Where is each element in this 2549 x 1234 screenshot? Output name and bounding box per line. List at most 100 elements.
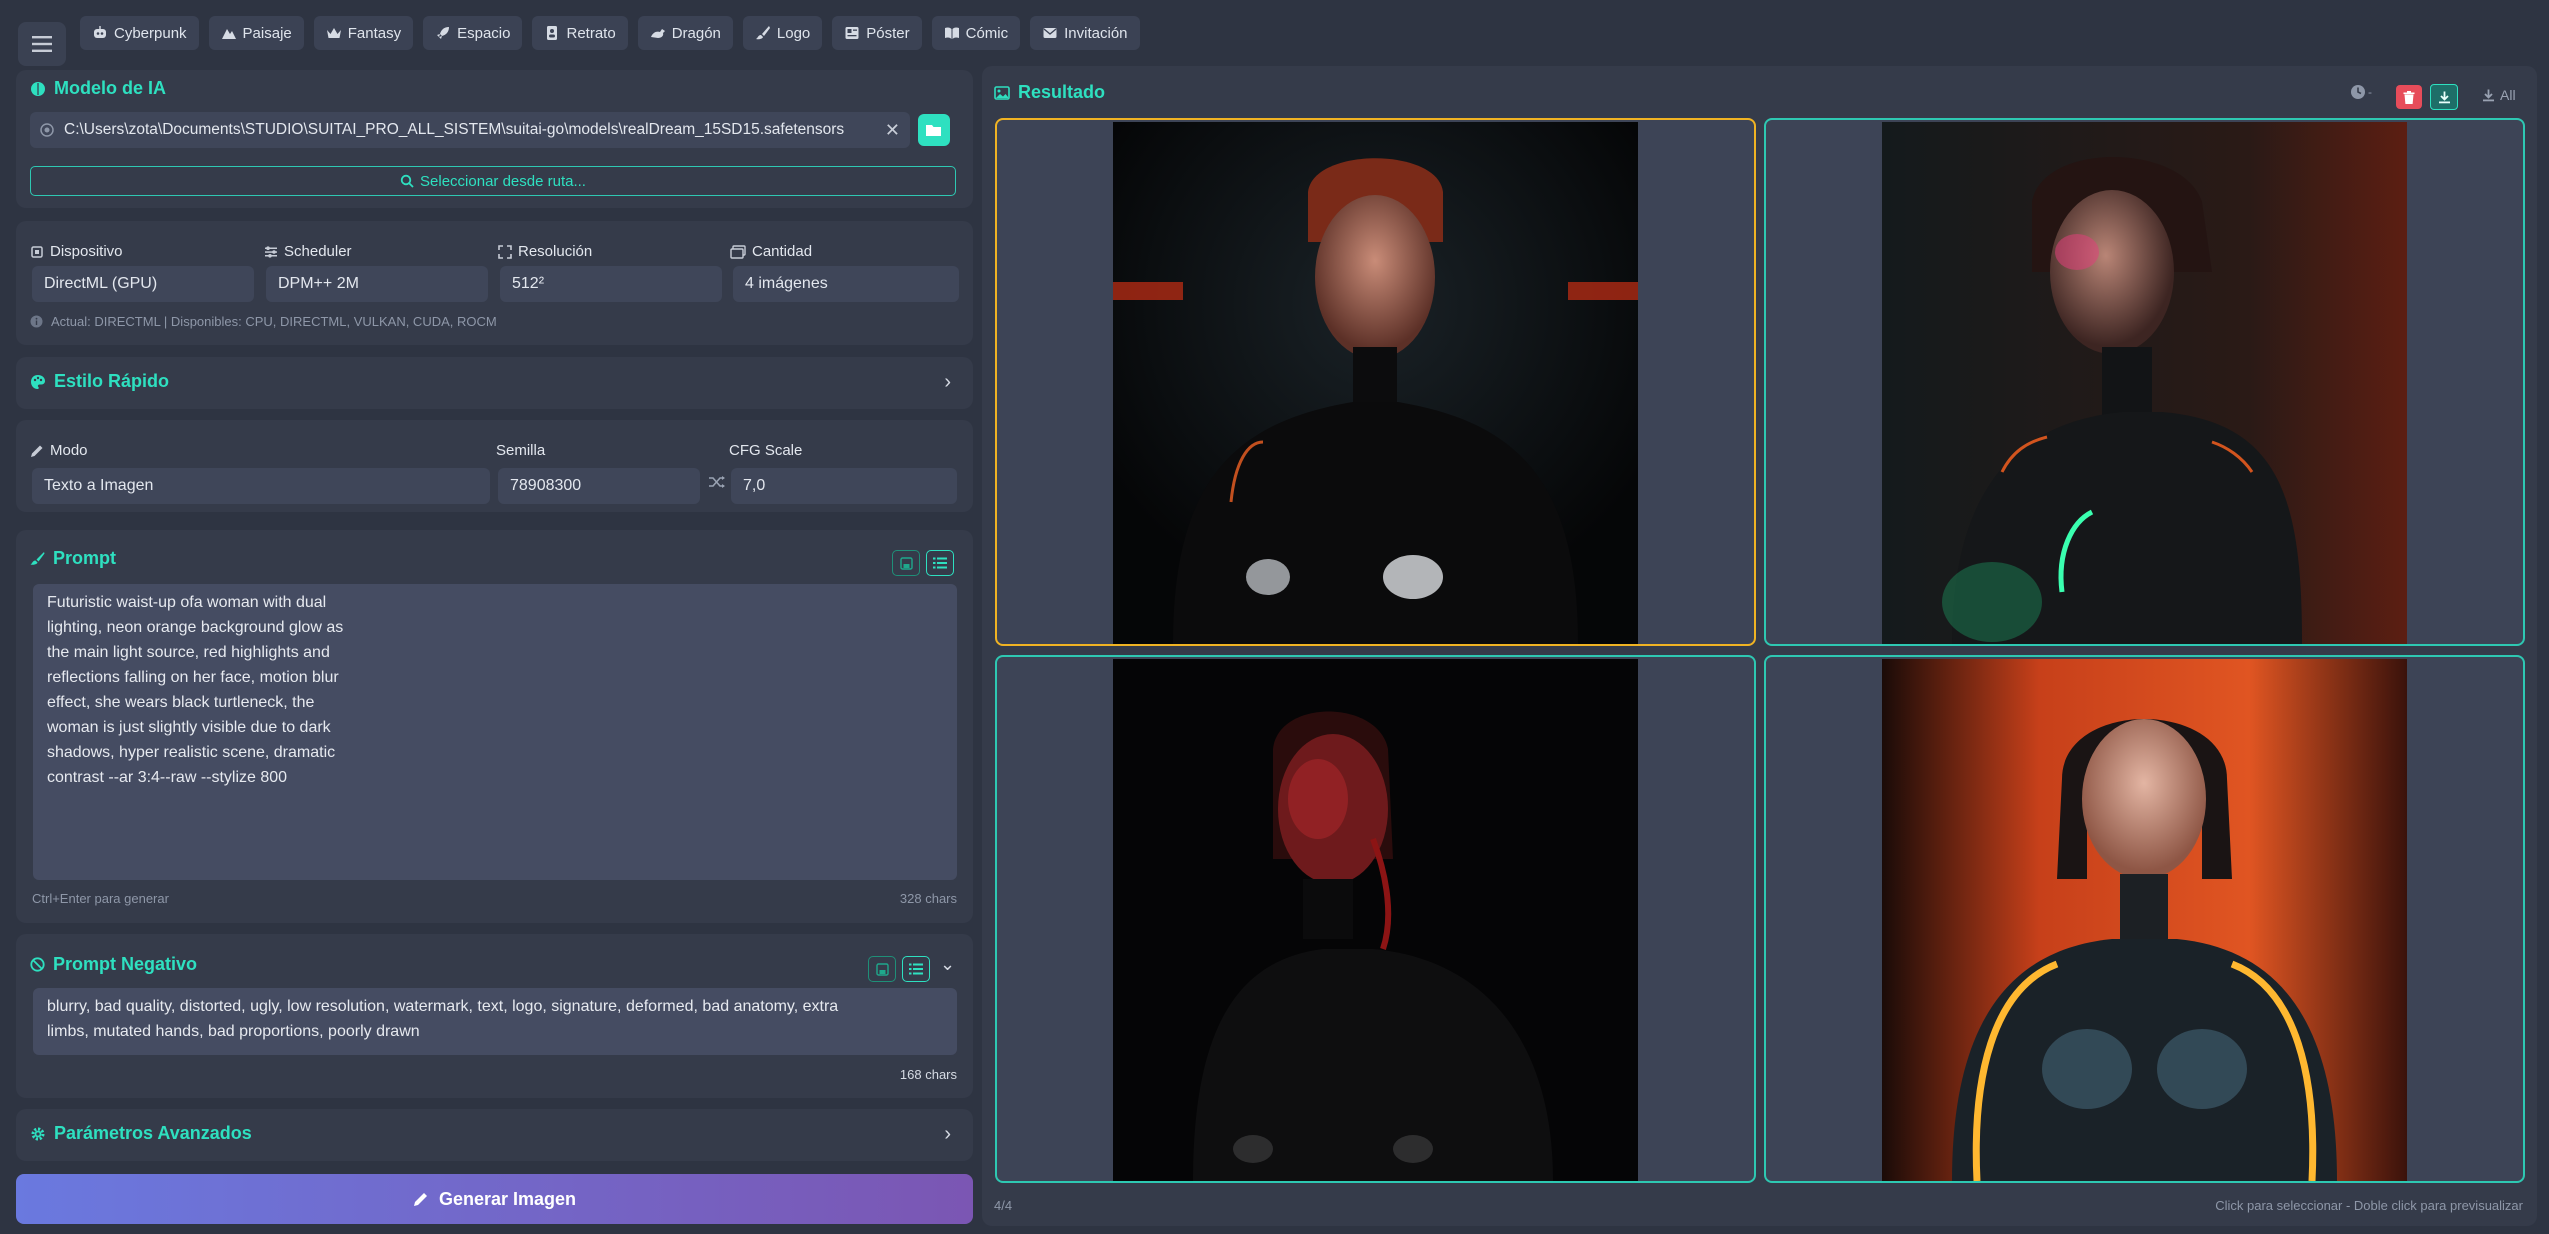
book-icon [944, 27, 959, 39]
result-image-4[interactable] [1764, 655, 2525, 1183]
quantity-select[interactable]: 4 imágenes [733, 266, 959, 302]
prompt-card: Prompt Futuristic waist-up ofa woman wit… [16, 530, 973, 923]
settings-card: Dispositivo Scheduler Resolución Cantida… [16, 221, 973, 345]
preset-label: Espacio [457, 24, 511, 42]
save-prompt-button[interactable] [892, 550, 920, 576]
scheduler-label: Scheduler [264, 243, 352, 260]
download-all-button[interactable]: All [2482, 87, 2516, 103]
preset-invitacion[interactable]: Invitación [1030, 16, 1140, 50]
mode-select[interactable]: Texto a Imagen [32, 468, 490, 504]
quantity-label: Cantidad [730, 243, 812, 260]
trash-icon [2403, 90, 2415, 104]
device-select[interactable]: DirectML (GPU) [32, 266, 254, 302]
mountain-icon [221, 29, 236, 39]
preset-comic[interactable]: Cómic [931, 16, 1021, 50]
model-card: Modelo de IA C:\Users\zota\Documents\STU… [16, 70, 973, 208]
model-path-field[interactable]: C:\Users\zota\Documents\STUDIO\SUITAI_PR… [30, 112, 910, 148]
chevron-right-icon: › [944, 1123, 951, 1145]
generated-portrait [1882, 122, 2407, 644]
preset-label: Cyberpunk [114, 24, 187, 42]
save-negative-button[interactable] [868, 956, 896, 982]
envelope-icon [1043, 28, 1057, 38]
download-button[interactable] [2430, 84, 2458, 110]
info-icon [30, 315, 43, 328]
generated-portrait [1113, 659, 1638, 1181]
result-image-3[interactable] [995, 655, 1756, 1183]
result-title: Resultado [994, 82, 1105, 103]
brush-icon [755, 26, 770, 40]
result-image-1[interactable] [995, 118, 1756, 646]
chip-icon [31, 245, 43, 258]
history-button[interactable]: - [2350, 84, 2372, 100]
generated-portrait [1113, 122, 1638, 644]
gear-icon [31, 1127, 45, 1140]
preset-logo[interactable]: Logo [742, 16, 823, 50]
generated-portrait [1882, 659, 2407, 1181]
delete-button[interactable] [2396, 85, 2422, 109]
browse-folder-button[interactable] [918, 114, 950, 146]
preset-label: Dragón [671, 24, 721, 42]
save-icon [875, 962, 889, 976]
images-icon [730, 244, 746, 259]
chevron-right-icon: › [944, 371, 951, 393]
prompt-list-button[interactable] [926, 550, 954, 576]
palette-icon [31, 374, 45, 389]
dragon-icon [650, 29, 665, 38]
preset-dragon[interactable]: Dragón [637, 16, 733, 50]
robot-icon [94, 26, 106, 38]
quick-style-card[interactable]: Estilo Rápido › [16, 357, 973, 409]
list-icon [909, 963, 923, 975]
negative-prompt-title: Prompt Negativo [30, 954, 197, 975]
chevron-down-icon[interactable]: ⌄ [940, 954, 955, 975]
preset-label: Cómic [965, 24, 1009, 42]
advanced-params-card[interactable]: Parámetros Avanzados › [16, 1109, 973, 1161]
mode-label: Modo [30, 442, 88, 459]
preset-label: Póster [866, 24, 910, 42]
negative-prompt-textarea[interactable]: blurry, bad quality, distorted, ugly, lo… [33, 988, 957, 1055]
preset-label: Paisaje [242, 24, 292, 42]
select-path-button[interactable]: Seleccionar desde ruta... [30, 166, 956, 196]
download-icon [2483, 89, 2494, 101]
resolution-select[interactable]: 512² [500, 266, 722, 302]
preset-retrato[interactable]: Retrato [532, 16, 628, 50]
preset-espacio[interactable]: Espacio [423, 16, 523, 50]
download-icon [2438, 91, 2450, 103]
generation-mode-card: Modo Semilla CFG Scale Texto a Imagen 78… [16, 420, 973, 512]
rocket-icon [437, 27, 450, 39]
pencil-icon [413, 1193, 427, 1206]
prompt-title: Prompt [30, 548, 116, 569]
seed-label: Semilla [496, 442, 546, 459]
hamburger-icon [32, 36, 52, 52]
folder-open-icon [926, 124, 941, 136]
model-title: Modelo de IA [30, 78, 166, 99]
resolution-label: Resolución [498, 243, 592, 260]
brush-icon [30, 552, 45, 565]
negative-char-count: 168 chars [899, 1067, 957, 1082]
device-info: Actual: DIRECTML | Disponibles: CPU, DIR… [30, 314, 497, 329]
random-seed-button[interactable] [708, 474, 726, 495]
result-image-2[interactable] [1764, 118, 2525, 646]
preset-paisaje[interactable]: Paisaje [208, 16, 304, 50]
seed-input[interactable]: 78908300 [498, 468, 700, 504]
preset-poster[interactable]: Póster [832, 16, 922, 50]
model-status-icon [40, 123, 54, 137]
pencil-icon [31, 445, 43, 457]
preset-fantasy[interactable]: Fantasy [313, 16, 414, 50]
image-icon [994, 85, 1010, 100]
prompt-textarea[interactable]: Futuristic waist-up ofa woman with dual … [33, 584, 957, 880]
menu-button[interactable] [18, 22, 66, 66]
preset-cyberpunk[interactable]: Cyberpunk [80, 16, 199, 50]
model-path: C:\Users\zota\Documents\STUDIO\SUITAI_PR… [64, 121, 845, 138]
clear-icon[interactable]: ✕ [885, 120, 900, 141]
cfg-label: CFG Scale [729, 442, 803, 459]
preset-bar: Cyberpunk Paisaje Fantasy Espacio Retrat… [80, 16, 1140, 50]
cfg-input[interactable]: 7,0 [731, 468, 957, 504]
prompt-hint: Ctrl+Enter para generar [32, 891, 169, 906]
scheduler-select[interactable]: DPM++ 2M [266, 266, 488, 302]
advanced-params-title: Parámetros Avanzados [30, 1123, 252, 1144]
poster-icon [845, 27, 859, 39]
generate-button[interactable]: Generar Imagen [16, 1174, 973, 1224]
negative-list-button[interactable] [902, 956, 930, 982]
expand-icon [498, 244, 512, 259]
result-hint: Click para seleccionar - Doble click par… [2215, 1198, 2523, 1213]
